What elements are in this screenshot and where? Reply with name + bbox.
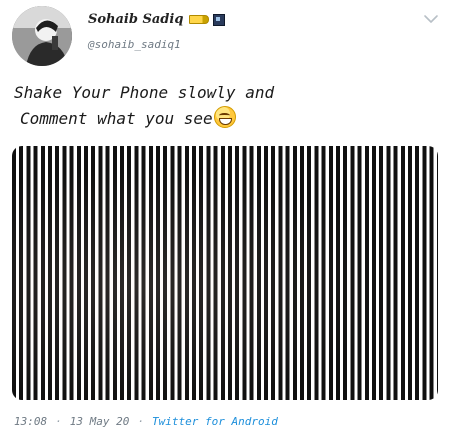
separator-dot: · — [137, 415, 144, 428]
display-name[interactable]: Sohaib Sadiq — [88, 12, 226, 27]
tweet-text-line2: Comment what you see — [20, 109, 213, 128]
tweet-meta: 13:08 · 13 May 20 · Twitter for Android — [14, 415, 278, 428]
flag-emoji-icon — [213, 13, 226, 26]
pencil-emoji-icon — [189, 15, 210, 24]
tweet-card: Sohaib Sadiq @sohaib_sadiq1 Shake Your P… — [0, 0, 450, 444]
display-name-text: Sohaib Sadiq — [88, 12, 184, 27]
tweet-text: Shake Your Phone slowly and Comment what… — [14, 80, 434, 132]
tweet-text-line1: Shake Your Phone slowly and — [14, 83, 275, 102]
tweet-time: 13:08 — [14, 415, 48, 428]
grinning-emoji-icon — [213, 106, 236, 128]
tweet-source-link[interactable]: Twitter for Android — [152, 415, 278, 428]
user-handle[interactable]: @sohaib_sadiq1 — [88, 38, 181, 51]
separator-dot: · — [55, 415, 62, 428]
avatar[interactable] — [12, 6, 72, 66]
chevron-down-icon[interactable] — [422, 12, 440, 26]
tweet-media-image[interactable] — [12, 146, 438, 400]
tweet-date[interactable]: 13 May 20 — [70, 415, 130, 428]
